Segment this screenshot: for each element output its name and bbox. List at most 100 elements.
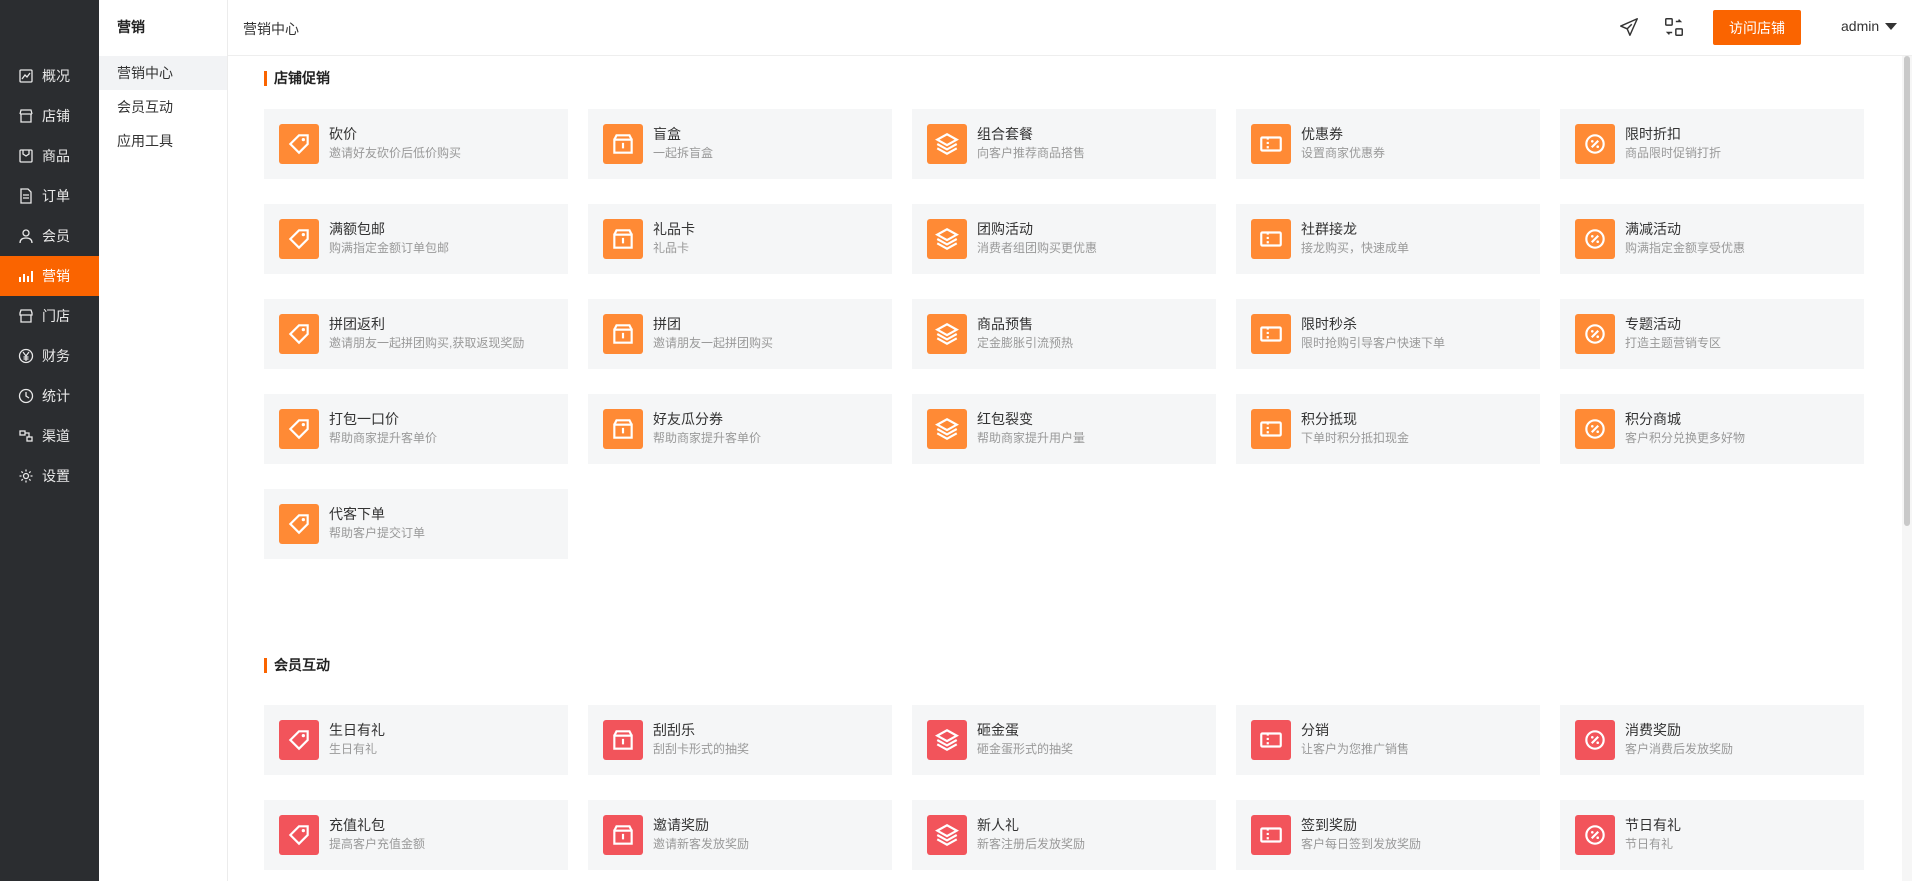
section-title-member-interaction: 会员互动: [264, 658, 330, 673]
card-title: 满额包邮: [329, 221, 385, 237]
card-text: 红包裂变 帮助商家提升用户量: [977, 410, 1085, 448]
promo-card[interactable]: 优惠券 设置商家优惠券: [1236, 109, 1540, 179]
card-description: 商品限时促销打折: [1625, 146, 1722, 160]
promo-card[interactable]: 打包一口价 帮助商家提升客单价: [264, 394, 568, 464]
user-menu[interactable]: admin: [1841, 18, 1898, 34]
card-text: 打包一口价 帮助商家提升客单价: [329, 410, 437, 448]
promo-card[interactable]: 专题活动 打造主题营销专区: [1560, 299, 1864, 369]
submenu-item-member-interaction[interactable]: 会员互动: [99, 90, 227, 124]
promo-card[interactable]: 盲盒 一起拆盲盒: [588, 109, 892, 179]
card-description: 礼品卡: [653, 241, 690, 255]
sidebar-item-0[interactable]: 概况: [0, 56, 99, 96]
sidebar-item-2[interactable]: 商品: [0, 136, 99, 176]
card-title: 邀请奖励: [653, 817, 709, 833]
sidebar-item-7[interactable]: 财务: [0, 336, 99, 376]
document-icon: [18, 188, 34, 204]
promo-card[interactable]: 社群接龙 接龙购买，快速成单: [1236, 204, 1540, 274]
member-card[interactable]: 节日有礼 节日有礼: [1560, 800, 1864, 870]
card-text: 优惠券 设置商家优惠券: [1301, 125, 1385, 163]
promo-feature-icon: [927, 219, 967, 259]
sidebar-item-label: 渠道: [42, 428, 70, 444]
promo-card[interactable]: 好友瓜分券 帮助商家提升客单价: [588, 394, 892, 464]
promo-feature-icon: [279, 504, 319, 544]
send-icon[interactable]: [1618, 16, 1640, 38]
card-text: 生日有礼 生日有礼: [329, 721, 385, 759]
member-card[interactable]: 邀请奖励 邀请新客发放奖励: [588, 800, 892, 870]
card-title: 拼团: [653, 316, 681, 332]
sidebar-item-5[interactable]: 营销: [0, 256, 99, 296]
vertical-scrollbar[interactable]: [1902, 56, 1912, 881]
card-title: 砍价: [329, 126, 357, 142]
member-card[interactable]: 充值礼包 提高客户充值金额: [264, 800, 568, 870]
member-card[interactable]: 生日有礼 生日有礼: [264, 705, 568, 775]
card-text: 消费奖励 客户消费后发放奖励: [1625, 721, 1733, 759]
promo-card[interactable]: 限时折扣 商品限时促销打折: [1560, 109, 1864, 179]
promo-feature-icon: [279, 409, 319, 449]
username: admin: [1841, 18, 1880, 34]
member-feature-icon: [927, 720, 967, 760]
card-text: 社群接龙 接龙购买，快速成单: [1301, 220, 1409, 258]
promo-card[interactable]: 代客下单 帮助客户提交订单: [264, 489, 568, 559]
member-card[interactable]: 消费奖励 客户消费后发放奖励: [1560, 705, 1864, 775]
member-feature-icon: [279, 815, 319, 855]
card-description: 向客户推荐商品搭售: [977, 146, 1086, 160]
sidebar-item-4[interactable]: 会员: [0, 216, 99, 256]
member-card[interactable]: 砸金蛋 砸金蛋形式的抽奖: [912, 705, 1216, 775]
app-root: 概况 店铺 商品 订单 会员 营销 门店 财务 统计 渠道 设置 营销 营销中心 会员互动 应用工具…: [0, 0, 1912, 881]
promo-feature-icon: [1251, 219, 1291, 259]
sidebar-item-label: 概况: [42, 68, 70, 84]
card-text: 签到奖励 客户每日签到发放奖励: [1301, 816, 1421, 854]
sidebar-item-9[interactable]: 渠道: [0, 416, 99, 456]
switch-icon[interactable]: [1663, 16, 1685, 38]
promo-card[interactable]: 砍价 邀请好友砍价后低价购买: [264, 109, 568, 179]
promo-feature-icon: [927, 314, 967, 354]
card-title: 消费奖励: [1625, 722, 1681, 738]
member-card[interactable]: 签到奖励 客户每日签到发放奖励: [1236, 800, 1540, 870]
promo-feature-icon: [279, 124, 319, 164]
promo-card[interactable]: 拼团 邀请朋友一起拼团购买: [588, 299, 892, 369]
promo-card[interactable]: 团购活动 消费者组团购买更优惠: [912, 204, 1216, 274]
member-card[interactable]: 新人礼 新客注册后发放奖励: [912, 800, 1216, 870]
promo-card[interactable]: 商品预售 定金膨胀引流预热: [912, 299, 1216, 369]
member-card[interactable]: 刮刮乐 刮刮卡形式的抽奖: [588, 705, 892, 775]
promo-card[interactable]: 礼品卡 礼品卡: [588, 204, 892, 274]
promo-feature-icon: [927, 409, 967, 449]
sidebar-item-3[interactable]: 订单: [0, 176, 99, 216]
sidebar-item-10[interactable]: 设置: [0, 456, 99, 496]
card-text: 分销让客户为您推广销售: [1301, 721, 1409, 759]
card-description: 邀请朋友一起拼团购买,获取返现奖励: [329, 336, 525, 350]
sidebar-item-1[interactable]: 店铺: [0, 96, 99, 136]
promo-card[interactable]: 组合套餐 向客户推荐商品搭售: [912, 109, 1216, 179]
visit-store-button[interactable]: 访问店铺: [1713, 10, 1801, 45]
card-description: 刮刮卡形式的抽奖: [653, 742, 750, 756]
member-feature-icon: [603, 720, 643, 760]
promo-card[interactable]: 红包裂变 帮助商家提升用户量: [912, 394, 1216, 464]
card-description: 让客户为您推广销售: [1301, 742, 1410, 756]
chart-line-icon: [18, 68, 34, 84]
promo-feature-icon: [927, 124, 967, 164]
sidebar-item-8[interactable]: 统计: [0, 376, 99, 416]
card-description: 打造主题营销专区: [1625, 336, 1722, 350]
promo-card[interactable]: 积分抵现 下单时积分抵扣现金: [1236, 394, 1540, 464]
member-feature-icon: [603, 815, 643, 855]
scrollbar-thumb[interactable]: [1904, 56, 1910, 526]
bar-chart-icon: [18, 268, 34, 284]
card-title: 分销: [1301, 722, 1329, 738]
promo-card[interactable]: 满减活动 购满指定金额享受优惠: [1560, 204, 1864, 274]
promo-card[interactable]: 满额包邮 购满指定金额订单包邮: [264, 204, 568, 274]
submenu-item-marketing-center[interactable]: 营销中心: [99, 56, 227, 90]
card-text: 商品预售 定金膨胀引流预热: [977, 315, 1073, 353]
member-card[interactable]: 分销让客户为您推广销售: [1236, 705, 1540, 775]
submenu-item-app-tools[interactable]: 应用工具: [99, 124, 227, 158]
card-description: 客户每日签到发放奖励: [1301, 837, 1422, 851]
promo-card[interactable]: 限时秒杀 限时抢购引导客户快速下单: [1236, 299, 1540, 369]
sidebar-item-label: 财务: [42, 348, 70, 364]
sidebar-item-6[interactable]: 门店: [0, 296, 99, 336]
promo-card[interactable]: 积分商城 客户积分兑换更多好物: [1560, 394, 1864, 464]
member-feature-icon: [1251, 720, 1291, 760]
card-title: 礼品卡: [653, 221, 695, 237]
member-feature-icon: [927, 815, 967, 855]
card-title: 积分抵现: [1301, 411, 1357, 427]
promo-card[interactable]: 拼团返利 邀请朋友一起拼团购买,获取返现奖励: [264, 299, 568, 369]
section-title-store-promotion: 店铺促销: [264, 71, 330, 86]
